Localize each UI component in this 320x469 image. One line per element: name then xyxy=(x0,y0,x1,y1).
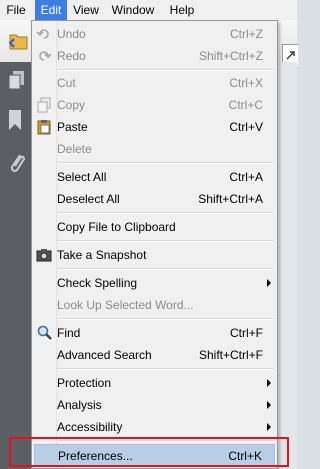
menu-item-undo[interactable]: Undo Ctrl+Z xyxy=(32,23,277,45)
protection-label: Protection xyxy=(57,376,112,390)
snapshot-label: Take a Snapshot xyxy=(57,248,147,262)
menu-separator xyxy=(58,240,274,242)
menu-item-deselect-all[interactable]: Deselect All Shift+Ctrl+A xyxy=(32,188,277,210)
open-folder-icon[interactable] xyxy=(8,30,30,52)
undo-shortcut: Ctrl+Z xyxy=(230,27,263,41)
paste-label: Paste xyxy=(57,120,88,134)
menu-separator xyxy=(58,162,274,164)
menu-item-cut[interactable]: Cut Ctrl+X xyxy=(32,72,277,94)
menu-item-accessibility[interactable]: Accessibility xyxy=(32,416,277,438)
menu-item-snapshot[interactable]: Take a Snapshot xyxy=(32,244,277,266)
menu-help[interactable]: Help xyxy=(166,0,198,20)
menu-item-copy[interactable]: Copy Ctrl+C xyxy=(32,94,277,116)
select-all-label: Select All xyxy=(57,170,107,184)
bookmark-icon[interactable] xyxy=(8,109,22,131)
document-area xyxy=(278,62,297,469)
menu-item-protection[interactable]: Protection xyxy=(32,372,277,394)
menu-separator xyxy=(58,368,274,370)
find-label: Find xyxy=(57,326,81,340)
menu-item-advanced-search[interactable]: Advanced Search Shift+Ctrl+F xyxy=(32,344,277,366)
redo-shortcut: Shift+Ctrl+Z xyxy=(198,49,263,63)
magnifier-icon xyxy=(37,325,52,340)
submenu-arrow-icon xyxy=(267,423,271,431)
submenu-arrow-icon xyxy=(267,401,271,409)
camera-icon xyxy=(36,249,52,262)
menu-item-find[interactable]: Find Ctrl+F xyxy=(32,322,277,344)
redo-icon xyxy=(39,51,52,61)
advanced-search-label: Advanced Search xyxy=(57,348,152,362)
menu-item-redo[interactable]: Redo Shift+Ctrl+Z xyxy=(32,45,277,67)
menu-window[interactable]: Window xyxy=(107,0,159,20)
menu-view[interactable]: View xyxy=(70,0,102,20)
paste-shortcut: Ctrl+V xyxy=(229,120,263,134)
copy-shortcut: Ctrl+C xyxy=(228,98,263,112)
submenu-arrow-icon xyxy=(267,379,271,387)
menu-edit[interactable]: Edit xyxy=(35,0,67,20)
submenu-arrow-icon xyxy=(267,279,271,287)
menu-item-paste[interactable]: Paste Ctrl+V xyxy=(32,116,277,138)
cut-label: Cut xyxy=(57,76,76,90)
menu-item-look-up[interactable]: Look Up Selected Word... xyxy=(32,294,277,316)
menu-separator xyxy=(58,440,274,442)
menu-file[interactable]: File xyxy=(2,0,30,20)
select-all-shortcut: Ctrl+A xyxy=(229,170,263,184)
copy-file-label: Copy File to Clipboard xyxy=(57,220,176,234)
accessibility-label: Accessibility xyxy=(57,420,123,434)
copy-icon xyxy=(37,97,51,113)
menu-item-analysis[interactable]: Analysis xyxy=(32,394,277,416)
deselect-all-label: Deselect All xyxy=(57,192,120,206)
menu-separator xyxy=(58,318,274,320)
menu-item-delete[interactable]: Delete xyxy=(32,138,277,160)
delete-label: Delete xyxy=(57,142,92,156)
deselect-all-shortcut: Shift+Ctrl+A xyxy=(198,192,263,206)
tool-icon xyxy=(286,51,295,60)
look-up-label: Look Up Selected Word... xyxy=(57,298,194,312)
copy-label: Copy xyxy=(57,98,86,112)
menu-separator xyxy=(58,212,274,214)
find-shortcut: Ctrl+F xyxy=(230,326,263,340)
paste-icon xyxy=(37,120,51,135)
undo-label: Undo xyxy=(57,27,86,41)
navigation-pane xyxy=(0,62,32,469)
menu-item-copy-file[interactable]: Copy File to Clipboard xyxy=(32,216,277,238)
menu-item-check-spelling[interactable]: Check Spelling xyxy=(32,272,277,294)
redo-label: Redo xyxy=(57,49,86,63)
menu-item-preferences[interactable]: Preferences... Ctrl+K xyxy=(34,444,275,466)
menu-separator xyxy=(58,69,274,71)
preferences-label: Preferences... xyxy=(58,449,133,463)
menu-item-select-all[interactable]: Select All Ctrl+A xyxy=(32,166,277,188)
advanced-search-shortcut: Shift+Ctrl+F xyxy=(198,348,263,362)
preferences-shortcut: Ctrl+K xyxy=(228,449,262,463)
analysis-label: Analysis xyxy=(57,398,102,412)
menu-bar: File Edit View Window Help xyxy=(0,0,297,21)
pages-icon[interactable] xyxy=(8,70,26,90)
undo-icon xyxy=(36,29,49,39)
attachment-icon[interactable] xyxy=(8,152,26,174)
menu-separator xyxy=(58,268,274,270)
cut-shortcut: Ctrl+X xyxy=(229,76,263,90)
edit-menu-dropdown: Undo Ctrl+Z Redo Shift+Ctrl+Z Cut Ctrl+X… xyxy=(31,20,278,469)
check-spelling-label: Check Spelling xyxy=(57,276,138,290)
